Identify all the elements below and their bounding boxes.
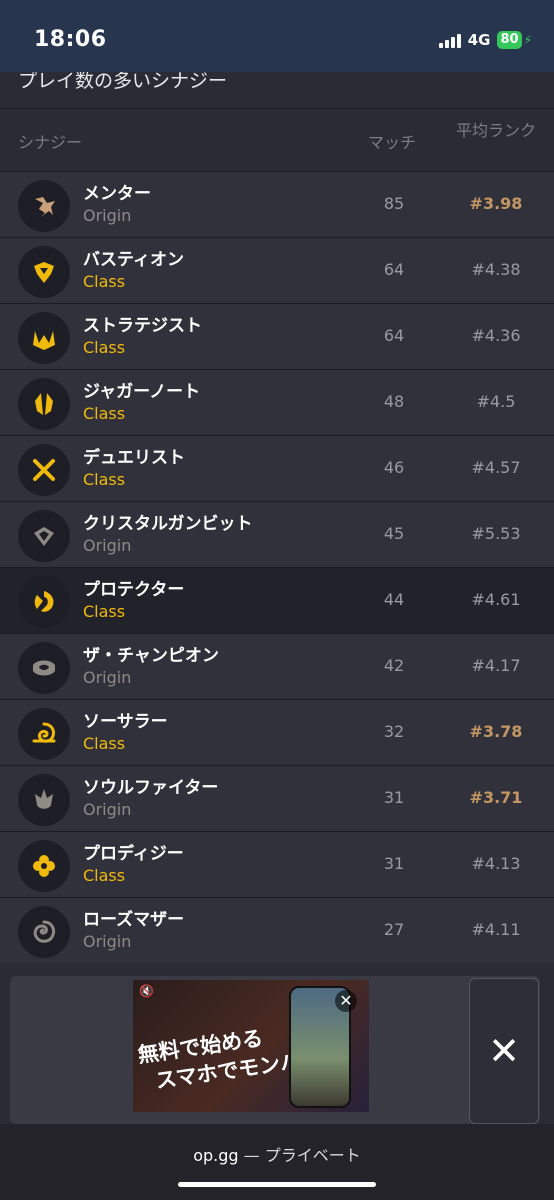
synergy-type: Origin xyxy=(83,932,132,951)
battery-icon: 80 xyxy=(497,31,522,49)
table-row[interactable]: プロディジー Class 31 #4.13 xyxy=(0,831,554,897)
synergy-name: バスティオン xyxy=(83,250,184,270)
avg-rank: #4.36 xyxy=(471,326,521,345)
table-row[interactable]: ソウルファイター Origin 31 #3.71 xyxy=(0,765,554,831)
table-row[interactable]: ソーサラー Class 32 #3.78 xyxy=(0,699,554,765)
synergy-type: Origin xyxy=(83,206,132,225)
synergy-type: Class xyxy=(83,470,126,489)
soul-fighter-icon xyxy=(18,774,70,826)
ad-panel: 🔇 無料で始める スマホでモンハン! ✕ ✕ xyxy=(10,976,540,1124)
avg-rank: #3.98 xyxy=(469,194,523,213)
rosemother-icon xyxy=(18,906,70,958)
ad-banner[interactable]: 🔇 無料で始める スマホでモンハン! ✕ xyxy=(133,980,369,1112)
avg-rank: #4.61 xyxy=(471,590,521,609)
synergy-name: ストラテジスト xyxy=(83,316,202,336)
match-count: 42 xyxy=(383,656,405,675)
match-count: 27 xyxy=(383,920,405,939)
match-count: 64 xyxy=(383,260,405,279)
header-avg-rank[interactable]: 平均ランク xyxy=(456,119,536,143)
match-count: 85 xyxy=(383,194,405,213)
charging-bolt-icon: ⚡ xyxy=(523,33,532,47)
synergy-type: Origin xyxy=(83,536,132,555)
table-row[interactable]: クリスタルガンビット Origin 45 #5.53 xyxy=(0,501,554,567)
header-synergy[interactable]: シナジー xyxy=(18,129,82,153)
strategist-icon xyxy=(18,312,70,364)
prodigy-icon xyxy=(18,840,70,892)
match-count: 31 xyxy=(383,788,405,807)
synergy-name: ザ・チャンピオン xyxy=(83,646,219,666)
synergy-name: ジャガーノート xyxy=(83,382,201,402)
synergy-type: Origin xyxy=(83,668,132,687)
synergy-name: クリスタルガンビット xyxy=(83,514,253,534)
match-count: 44 xyxy=(383,590,405,609)
avg-rank: #4.17 xyxy=(471,656,521,675)
match-count: 45 xyxy=(383,524,405,543)
synergy-name: デュエリスト xyxy=(83,448,185,468)
table-row[interactable]: バスティオン Class 64 #4.38 xyxy=(0,237,554,303)
avg-rank: #4.11 xyxy=(471,920,521,939)
url-bar[interactable]: op.gg — プライベート xyxy=(0,1142,554,1166)
avg-rank: #5.53 xyxy=(471,524,521,543)
synergy-type: Class xyxy=(83,338,126,357)
synergy-type: Class xyxy=(83,272,126,291)
avg-rank: #4.38 xyxy=(471,260,521,279)
table-row[interactable]: ストラテジスト Class 64 #4.36 xyxy=(0,303,554,369)
synergy-type: Class xyxy=(83,734,126,753)
synergy-type: Class xyxy=(83,866,126,885)
table-row[interactable]: プロテクター Class 44 #4.61 xyxy=(0,567,554,633)
synergy-type: Origin xyxy=(83,800,132,819)
avg-rank: #3.78 xyxy=(469,722,523,741)
status-time: 18:06 xyxy=(34,27,107,52)
status-bar: 18:06 4G 80 ⚡ xyxy=(0,0,554,72)
table-header: シナジー マッチ 平均ランク xyxy=(0,109,554,171)
url-domain: op.gg xyxy=(193,1146,239,1165)
synergy-name: プロディジー xyxy=(83,844,184,864)
table-row[interactable]: ジャガーノート Class 48 #4.5 xyxy=(0,369,554,435)
match-count: 46 xyxy=(383,458,405,477)
match-count: 48 xyxy=(383,392,405,411)
mentor-icon xyxy=(18,180,70,232)
avg-rank: #3.71 xyxy=(469,788,523,807)
synergy-table: メンター Origin 85 #3.98 バスティオン Class 64 #4.38 ストラテジ… xyxy=(0,171,554,963)
table-row[interactable]: ローズマザー Origin 27 #4.11 xyxy=(0,897,554,963)
network-type: 4G xyxy=(467,31,491,49)
crystal-gambit-icon xyxy=(18,510,70,562)
home-indicator[interactable] xyxy=(178,1182,376,1187)
table-row[interactable]: メンター Origin 85 #3.98 xyxy=(0,171,554,237)
synergy-name: ローズマザー xyxy=(83,910,185,930)
synergy-type: Class xyxy=(83,404,126,423)
match-count: 32 xyxy=(383,722,405,741)
cellular-signal-icon xyxy=(438,32,461,48)
table-row[interactable]: ザ・チャンピオン Origin 42 #4.17 xyxy=(0,633,554,699)
header-matches[interactable]: マッチ xyxy=(368,129,416,153)
url-suffix: — プライベート xyxy=(238,1146,361,1165)
duelist-icon xyxy=(18,444,70,496)
mute-icon[interactable]: 🔇 xyxy=(139,984,154,998)
match-count: 31 xyxy=(383,854,405,873)
protector-icon xyxy=(18,576,70,628)
bastion-icon xyxy=(18,246,70,298)
synergy-name: ソウルファイター xyxy=(83,778,219,798)
table-row[interactable]: デュエリスト Class 46 #4.57 xyxy=(0,435,554,501)
synergy-name: メンター xyxy=(83,184,151,204)
champion-icon xyxy=(18,642,70,694)
synergy-name: プロテクター xyxy=(83,580,185,600)
juggernaut-icon xyxy=(18,378,70,430)
close-icon: ✕ xyxy=(488,1029,520,1073)
status-icons: 4G 80 ⚡ xyxy=(438,30,532,50)
synergy-type: Class xyxy=(83,602,126,621)
sorcerer-icon xyxy=(18,708,70,760)
avg-rank: #4.57 xyxy=(471,458,521,477)
match-count: 64 xyxy=(383,326,405,345)
avg-rank: #4.13 xyxy=(471,854,521,873)
ad-close-icon[interactable]: ✕ xyxy=(335,990,357,1012)
browser-bottom-bar: op.gg — プライベート xyxy=(0,1124,554,1200)
ad-dismiss-button[interactable]: ✕ xyxy=(469,978,539,1124)
synergy-name: ソーサラー xyxy=(83,712,168,732)
avg-rank: #4.5 xyxy=(476,392,516,411)
